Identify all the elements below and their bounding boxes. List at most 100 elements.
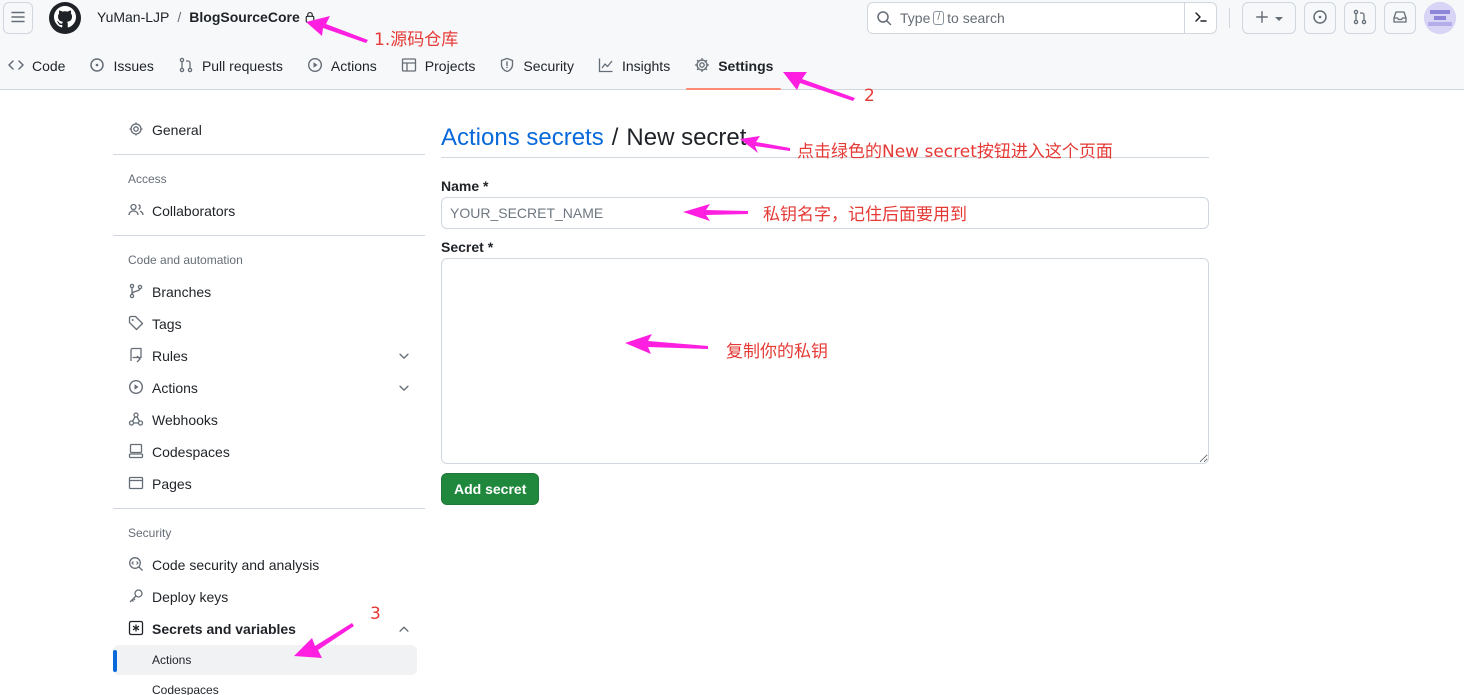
chevron-down-icon[interactable] [397,349,411,366]
chevron-up-icon[interactable] [397,622,411,639]
tab-label: Security [523,58,574,74]
codescan-icon [128,556,144,575]
key-icon [128,588,144,607]
triangle-down-icon [1275,10,1283,26]
sidebar-item-rules[interactable]: Rules [113,340,425,372]
sidebar-item-tags[interactable]: Tags [113,308,425,340]
sidebar-heading-access: Access [128,172,167,186]
annotation-label-6: 复制你的私钥 [726,342,828,362]
sidebar-item-actions[interactable]: Actions [113,372,425,404]
sidebar-divider [113,508,425,509]
branch-icon [128,283,144,302]
codespaces-icon [128,443,144,462]
tab-pull-requests[interactable]: Pull requests [170,48,291,84]
gear-icon [128,121,144,140]
sidebar-item-label: Actions [152,380,198,396]
tab-projects[interactable]: Projects [393,48,484,84]
sidebar-item-label: Secrets and variables [152,621,296,637]
sidebar-item-code-security[interactable]: Code security and analysis [113,549,425,581]
pull-request-icon [178,57,194,76]
tab-code[interactable]: Code [0,48,73,84]
add-secret-button[interactable]: Add secret [441,473,540,505]
annotation-label-5: 私钥名字，记住后面要用到 [763,205,967,225]
github-logo[interactable] [49,2,81,34]
annotation-label-2: 2 [864,86,875,106]
sidebar-item-label: Tags [152,316,182,332]
tab-label: Projects [424,58,476,74]
search-shortcut-key: / [933,11,945,25]
table-icon [401,57,417,76]
sidebar-divider [113,154,425,155]
repo-breadcrumb: YuMan-LJP / BlogSourceCore [97,9,316,25]
annotation-label-3: 3 [370,604,381,624]
sidebar-item-label: Webhooks [152,412,218,428]
github-octocat-icon [54,5,76,31]
tab-security[interactable]: Security [491,48,582,84]
issues-button[interactable] [1304,2,1336,34]
sidebar-item-label: Pages [152,476,192,492]
sidebar-item-pages[interactable]: Pages [113,468,425,500]
tab-label: Actions [330,58,377,74]
sidebar-subitem-actions[interactable]: Actions [113,645,417,675]
sidebar-item-label: Actions [152,653,192,667]
issue-icon [89,57,105,76]
inbox-button[interactable] [1384,2,1416,34]
browser-icon [128,475,144,494]
repo-owner-link[interactable]: YuMan-LJP [97,9,169,25]
tag-icon [128,315,144,334]
breadcrumb-separator: / [177,9,182,25]
tab-actions[interactable]: Actions [299,48,385,84]
sidebar-item-general[interactable]: General [113,114,425,146]
lock-icon [304,11,316,23]
sidebar-item-label: Rules [152,348,188,364]
sidebar-divider [113,235,425,236]
sidebar-item-label: Collaborators [152,203,236,219]
sidebar-item-label: Codespaces [152,683,219,695]
search-placeholder-suffix: to search [947,10,1005,26]
asterisk-icon [128,620,144,639]
sidebar-item-label: Code security and analysis [152,557,320,573]
plus-icon [1255,10,1269,27]
create-new-button[interactable] [1242,2,1296,34]
user-avatar[interactable] [1424,2,1456,34]
sidebar-item-branches[interactable]: Branches [113,276,425,308]
pull-requests-button[interactable] [1344,2,1376,34]
graph-icon [598,57,614,76]
sidebar-heading-code-automation: Code and automation [128,253,243,267]
annotation-label-4: 点击绿色的New secret按钮进入这个页面 [797,142,1113,162]
tab-issues[interactable]: Issues [81,48,161,84]
tab-label: Settings [718,58,774,74]
command-palette-button[interactable] [1184,3,1216,33]
repo-nav-tabs: Code Issues Pull requests Actions Projec… [0,48,789,90]
sidebar-item-collaborators[interactable]: Collaborators [113,195,425,227]
header-divider [1229,8,1230,28]
tab-label: Pull requests [201,58,283,74]
search-icon [876,10,892,26]
secret-label: Secret * [441,239,494,255]
chevron-down-icon[interactable] [397,381,411,398]
code-icon [8,57,24,76]
sidebar-subitem-codespaces[interactable]: Codespaces [113,675,417,695]
search-placeholder-prefix: Type [900,10,931,26]
repo-name-link[interactable]: BlogSourceCore [189,9,299,25]
tab-label: Issues [113,58,154,74]
breadcrumb-separator: / [611,123,619,151]
sidebar-item-webhooks[interactable]: Webhooks [113,404,425,436]
menu-button[interactable] [3,2,33,34]
tab-settings[interactable]: Settings [686,48,782,90]
tab-label: Insights [621,58,671,74]
repo-header: YuMan-LJP / BlogSourceCore Type / to sea… [0,0,1464,90]
git-pull-request-icon [1352,9,1368,28]
sidebar-item-label: Branches [152,284,212,300]
tab-insights[interactable]: Insights [590,48,678,84]
sidebar-item-codespaces[interactable]: Codespaces [113,436,425,468]
search-input[interactable]: Type / to search [867,2,1217,34]
terminal-icon [1193,9,1209,28]
play-icon [307,57,323,76]
actions-secrets-link[interactable]: Actions secrets [441,124,604,152]
sidebar-item-label: General [152,122,202,138]
people-icon [128,202,144,221]
sidebar-heading-security: Security [128,526,172,540]
sidebar-item-label: Deploy keys [152,589,229,605]
repo-push-icon [128,347,144,366]
